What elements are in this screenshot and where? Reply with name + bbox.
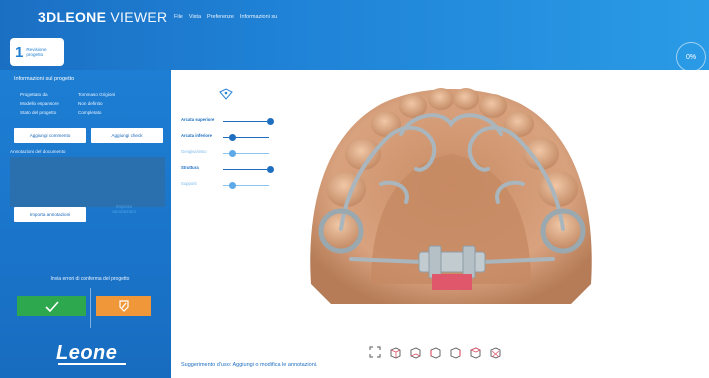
view-left-icon[interactable] [427, 344, 443, 360]
info-row: Modello espansore Non definito [20, 99, 115, 108]
step-card-review[interactable]: 1 Revisione progetto [10, 38, 64, 66]
slider-gingiva[interactable]: Gengiva/osso [181, 149, 271, 159]
project-info-title: Informazioni sul progetto [14, 76, 75, 82]
view-right-icon[interactable] [447, 344, 463, 360]
slider-structure[interactable]: Struttura [181, 165, 274, 175]
slider-upper-arch[interactable]: Arcata superiore [181, 117, 274, 127]
menu-file[interactable]: File [174, 14, 183, 20]
slider-knob[interactable] [229, 182, 236, 189]
project-info: Progettato da Tommaso Grigioni Modello e… [20, 90, 115, 117]
request-changes-button[interactable] [96, 296, 151, 316]
top-header: 3DLEONE VIEWER File Vista Preferenze Inf… [0, 0, 709, 76]
info-row: Progettato da Tommaso Grigioni [20, 90, 115, 99]
logo-underline [58, 363, 126, 365]
leone-logo: Leone [56, 342, 118, 364]
annotations-label: Annotazioni del documento [10, 149, 66, 154]
left-panel: Informazioni sul progetto Progettato da … [0, 70, 171, 378]
info-key: Progettato da [20, 92, 48, 97]
slider-knob[interactable] [229, 150, 236, 157]
slider-knob[interactable] [267, 118, 274, 125]
slider-label: Arcata inferiore [181, 133, 212, 138]
dental-model-3d[interactable] [301, 84, 601, 309]
confirm-text: Invia errori di conferma del progetto [50, 276, 130, 282]
export-annotations-button: Esporta annotazioni [112, 204, 136, 215]
slider-knob[interactable] [267, 166, 274, 173]
slider-label: Struttura [181, 165, 199, 170]
info-key: Modello espansore [20, 101, 59, 106]
view-back-icon[interactable] [407, 344, 423, 360]
annotation-marker[interactable] [432, 274, 472, 290]
divider [90, 288, 91, 328]
info-value: Completato [78, 110, 102, 115]
edit-shield-icon [118, 300, 129, 312]
add-comment-button[interactable]: Aggiungi commento [14, 128, 86, 143]
view-toolbar [367, 344, 503, 360]
slider-label: Arcata superiore [181, 117, 215, 122]
info-value: Non definito [78, 101, 103, 106]
slider-label: Supporti [181, 181, 197, 186]
menu-preferences[interactable]: Preferenze [207, 14, 234, 20]
step-label: Revisione progetto [26, 46, 47, 58]
slider-track [223, 169, 269, 171]
slider-supports[interactable]: Supporti [181, 181, 271, 191]
app-brand: 3DLEONE VIEWER [38, 9, 167, 25]
import-annotations-button[interactable]: Importa annotazioni [14, 207, 86, 222]
add-check-button[interactable]: Aggiungi check [91, 128, 163, 143]
progress-indicator: 0% [676, 42, 706, 72]
view-bottom-icon[interactable] [487, 344, 503, 360]
check-icon [44, 300, 59, 312]
menu-view[interactable]: Vista [189, 14, 201, 20]
menu-info[interactable]: Informazioni su [240, 14, 277, 20]
info-row: Stato del progetto Completato [20, 108, 115, 117]
view-top-icon[interactable] [467, 344, 483, 360]
info-value: Tommaso Grigioni [78, 92, 116, 97]
viewer-area[interactable]: Arcata superiore Arcata inferiore Gengiv… [171, 70, 709, 378]
view-front-icon[interactable] [387, 344, 403, 360]
brand-light: VIEWER [106, 9, 168, 25]
step-number: 1 [15, 43, 24, 61]
menu-bar: File Vista Preferenze Informazioni su [174, 14, 277, 20]
slider-lower-arch[interactable]: Arcata inferiore [181, 133, 271, 143]
slider-label: Gengiva/osso [181, 149, 207, 154]
brand-bold: 3DLEONE [38, 9, 107, 25]
info-key: Stato del progetto [20, 110, 57, 115]
tag-icon[interactable] [219, 88, 233, 100]
fit-view-icon[interactable] [367, 344, 383, 360]
slider-track [223, 121, 269, 123]
slider-knob[interactable] [229, 134, 236, 141]
usage-hint: Suggerimento d'uso: Aggiungi o modifica … [181, 362, 318, 368]
annotations-box[interactable] [10, 157, 165, 207]
approve-button[interactable] [17, 296, 86, 316]
